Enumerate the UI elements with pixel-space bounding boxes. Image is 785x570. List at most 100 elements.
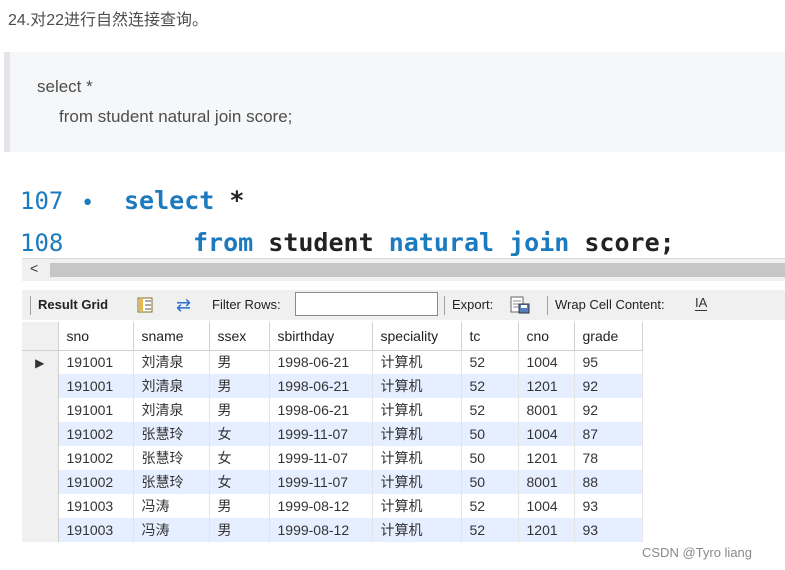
cell-sname[interactable]: 张慧玲 bbox=[133, 470, 210, 494]
cell-tc[interactable]: 50 bbox=[461, 446, 519, 470]
cell-speciality[interactable]: 计算机 bbox=[372, 470, 462, 494]
cell-sno[interactable]: 191003 bbox=[58, 494, 134, 518]
cell-sno[interactable]: 191003 bbox=[58, 518, 134, 542]
cell-sbirthday[interactable]: 1998-06-21 bbox=[269, 350, 373, 374]
cell-tc[interactable]: 52 bbox=[461, 398, 519, 422]
cell-cno[interactable]: 1004 bbox=[518, 422, 575, 446]
cell-sname[interactable]: 刘清泉 bbox=[133, 350, 210, 374]
cell-speciality[interactable]: 计算机 bbox=[372, 350, 462, 374]
cell-grade[interactable]: 93 bbox=[574, 518, 643, 542]
scroll-left-icon[interactable]: < bbox=[30, 260, 38, 276]
cell-grade[interactable]: 92 bbox=[574, 374, 643, 398]
cell-ssex[interactable]: 男 bbox=[209, 350, 270, 374]
cell-cno[interactable]: 1004 bbox=[518, 494, 575, 518]
cell-sbirthday[interactable]: 1999-08-12 bbox=[269, 518, 373, 542]
row-selector[interactable] bbox=[22, 518, 59, 542]
table-row[interactable]: 191001 刘清泉男 1998-06-21 计算机 52 8001 92 bbox=[22, 398, 643, 422]
row-header-corner[interactable] bbox=[22, 322, 59, 351]
cell-cno[interactable]: 1201 bbox=[518, 446, 575, 470]
cell-grade[interactable]: 92 bbox=[574, 398, 643, 422]
row-selector[interactable] bbox=[22, 422, 59, 446]
table-row[interactable]: 191003 冯涛男 1999-08-12 计算机 52 1004 93 bbox=[22, 494, 643, 518]
cell-speciality[interactable]: 计算机 bbox=[372, 494, 462, 518]
table-row[interactable]: 191002 张慧玲女 1999-11-07 计算机 50 1004 87 bbox=[22, 422, 643, 446]
result-grid-tab[interactable]: Result Grid bbox=[38, 290, 108, 320]
cell-sname[interactable]: 张慧玲 bbox=[133, 422, 210, 446]
cell-sname[interactable]: 张慧玲 bbox=[133, 446, 210, 470]
cell-sno[interactable]: 191001 bbox=[58, 398, 134, 422]
horizontal-scrollbar[interactable]: < bbox=[22, 258, 785, 281]
cell-ssex[interactable]: 男 bbox=[209, 374, 270, 398]
cell-sno[interactable]: 191001 bbox=[58, 350, 134, 374]
table-row[interactable]: 191002 张慧玲女 1999-11-07 计算机 50 8001 88 bbox=[22, 470, 643, 494]
filter-rows-input[interactable] bbox=[295, 292, 438, 316]
row-selector[interactable] bbox=[22, 446, 59, 470]
cell-cno[interactable]: 1201 bbox=[518, 518, 575, 542]
cell-ssex[interactable]: 男 bbox=[209, 518, 270, 542]
column-header-sbirthday[interactable]: sbirthday bbox=[269, 322, 373, 351]
cell-sbirthday[interactable]: 1999-11-07 bbox=[269, 422, 373, 446]
column-header-cno[interactable]: cno bbox=[518, 322, 575, 351]
cell-speciality[interactable]: 计算机 bbox=[372, 398, 462, 422]
cell-cno[interactable]: 8001 bbox=[518, 398, 575, 422]
cell-sname[interactable]: 刘清泉 bbox=[133, 398, 210, 422]
cell-ssex[interactable]: 女 bbox=[209, 422, 270, 446]
cell-sbirthday[interactable]: 1999-11-07 bbox=[269, 446, 373, 470]
row-selector[interactable] bbox=[22, 374, 59, 398]
cell-sbirthday[interactable]: 1999-11-07 bbox=[269, 470, 373, 494]
result-grid-table[interactable]: sno sname ssex sbirthday speciality tc c… bbox=[22, 322, 643, 542]
cell-sname[interactable]: 冯涛 bbox=[133, 518, 210, 542]
cell-sno[interactable]: 191002 bbox=[58, 470, 134, 494]
row-selector[interactable] bbox=[22, 494, 59, 518]
cell-tc[interactable]: 50 bbox=[461, 470, 519, 494]
scrollbar-thumb[interactable] bbox=[50, 263, 785, 277]
sql-editor[interactable]: 107 • 108 select * from student natural … bbox=[14, 178, 785, 258]
cell-speciality[interactable]: 计算机 bbox=[372, 422, 462, 446]
cell-sno[interactable]: 191002 bbox=[58, 422, 134, 446]
cell-cno[interactable]: 1004 bbox=[518, 350, 575, 374]
cell-cno[interactable]: 1201 bbox=[518, 374, 575, 398]
cell-tc[interactable]: 52 bbox=[461, 350, 519, 374]
cell-sbirthday[interactable]: 1998-06-21 bbox=[269, 398, 373, 422]
cell-grade[interactable]: 87 bbox=[574, 422, 643, 446]
row-selector[interactable] bbox=[22, 470, 59, 494]
refresh-icon[interactable]: ⇄ bbox=[176, 295, 191, 315]
cell-ssex[interactable]: 男 bbox=[209, 494, 270, 518]
cell-ssex[interactable]: 女 bbox=[209, 446, 270, 470]
cell-sbirthday[interactable]: 1999-08-12 bbox=[269, 494, 373, 518]
column-header-tc[interactable]: tc bbox=[461, 322, 519, 351]
column-header-sno[interactable]: sno bbox=[58, 322, 134, 351]
cell-grade[interactable]: 88 bbox=[574, 470, 643, 494]
table-row[interactable]: 191002 张慧玲女 1999-11-07 计算机 50 1201 78 bbox=[22, 446, 643, 470]
cell-cno[interactable]: 8001 bbox=[518, 470, 575, 494]
cell-speciality[interactable]: 计算机 bbox=[372, 374, 462, 398]
cell-sbirthday[interactable]: 1998-06-21 bbox=[269, 374, 373, 398]
table-row[interactable]: ▶ 191001 刘清泉男 1998-06-21 计算机 52 1004 95 bbox=[22, 350, 643, 374]
table-row[interactable]: 191003 冯涛男 1999-08-12 计算机 52 1201 93 bbox=[22, 518, 643, 542]
cell-speciality[interactable]: 计算机 bbox=[372, 446, 462, 470]
export-icon[interactable] bbox=[510, 296, 530, 314]
cell-sname[interactable]: 刘清泉 bbox=[133, 374, 210, 398]
cell-sname[interactable]: 冯涛 bbox=[133, 494, 210, 518]
cell-tc[interactable]: 52 bbox=[461, 374, 519, 398]
cell-tc[interactable]: 52 bbox=[461, 518, 519, 542]
cell-sno[interactable]: 191001 bbox=[58, 374, 134, 398]
cell-grade[interactable]: 78 bbox=[574, 446, 643, 470]
column-header-sname[interactable]: sname bbox=[133, 322, 210, 351]
cell-grade[interactable]: 93 bbox=[574, 494, 643, 518]
cell-tc[interactable]: 50 bbox=[461, 422, 519, 446]
grid-layout-icon[interactable] bbox=[137, 297, 153, 313]
column-header-ssex[interactable]: ssex bbox=[209, 322, 270, 351]
table-row[interactable]: 191001 刘清泉男 1998-06-21 计算机 52 1201 92 bbox=[22, 374, 643, 398]
wrap-text-icon[interactable]: IA bbox=[695, 296, 708, 311]
row-selector[interactable]: ▶ bbox=[22, 350, 59, 374]
cell-sno[interactable]: 191002 bbox=[58, 446, 134, 470]
cell-ssex[interactable]: 女 bbox=[209, 470, 270, 494]
column-header-speciality[interactable]: speciality bbox=[372, 322, 462, 351]
cell-grade[interactable]: 95 bbox=[574, 350, 643, 374]
row-selector[interactable] bbox=[22, 398, 59, 422]
cell-ssex[interactable]: 男 bbox=[209, 398, 270, 422]
cell-tc[interactable]: 52 bbox=[461, 494, 519, 518]
column-header-grade[interactable]: grade bbox=[574, 322, 643, 351]
cell-speciality[interactable]: 计算机 bbox=[372, 518, 462, 542]
